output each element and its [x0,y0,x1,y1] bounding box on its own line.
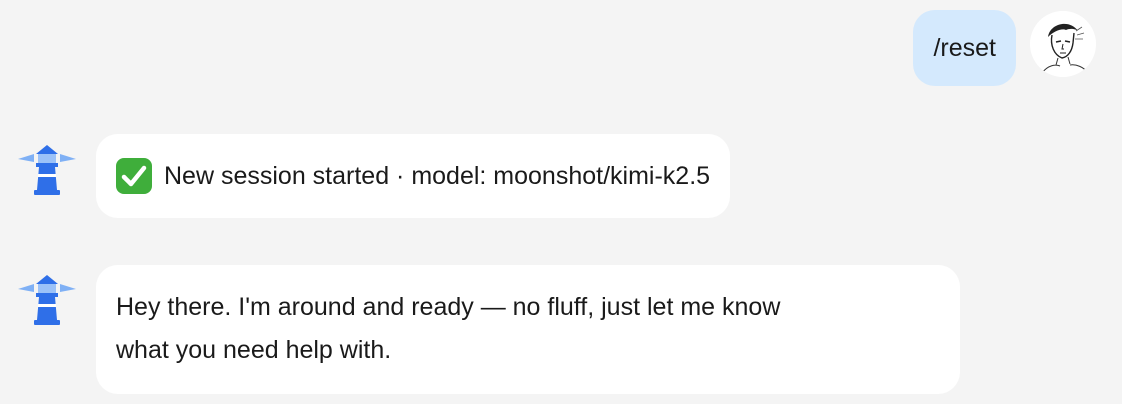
user-message-bubble: /reset [913,10,1016,86]
check-mark-icon [116,158,152,194]
bot-message-line: what you need help with. [116,336,392,364]
bot-message-line: Hey there. I'm around and ready — no flu… [116,293,781,321]
user-message-text: /reset [933,33,996,62]
session-status-text: New session started · model: moonshot/ki… [164,161,711,190]
lighthouse-icon [14,272,80,328]
lighthouse-icon [14,142,80,198]
user-sketch-avatar-icon[interactable] [1030,11,1096,77]
bot-message-bubble: Hey there. I'm around and ready — no flu… [96,265,960,394]
chat-transcript: /reset New session started · model: moon… [0,0,1122,404]
bot-message-bubble: New session started · model: moonshot/ki… [96,134,731,218]
